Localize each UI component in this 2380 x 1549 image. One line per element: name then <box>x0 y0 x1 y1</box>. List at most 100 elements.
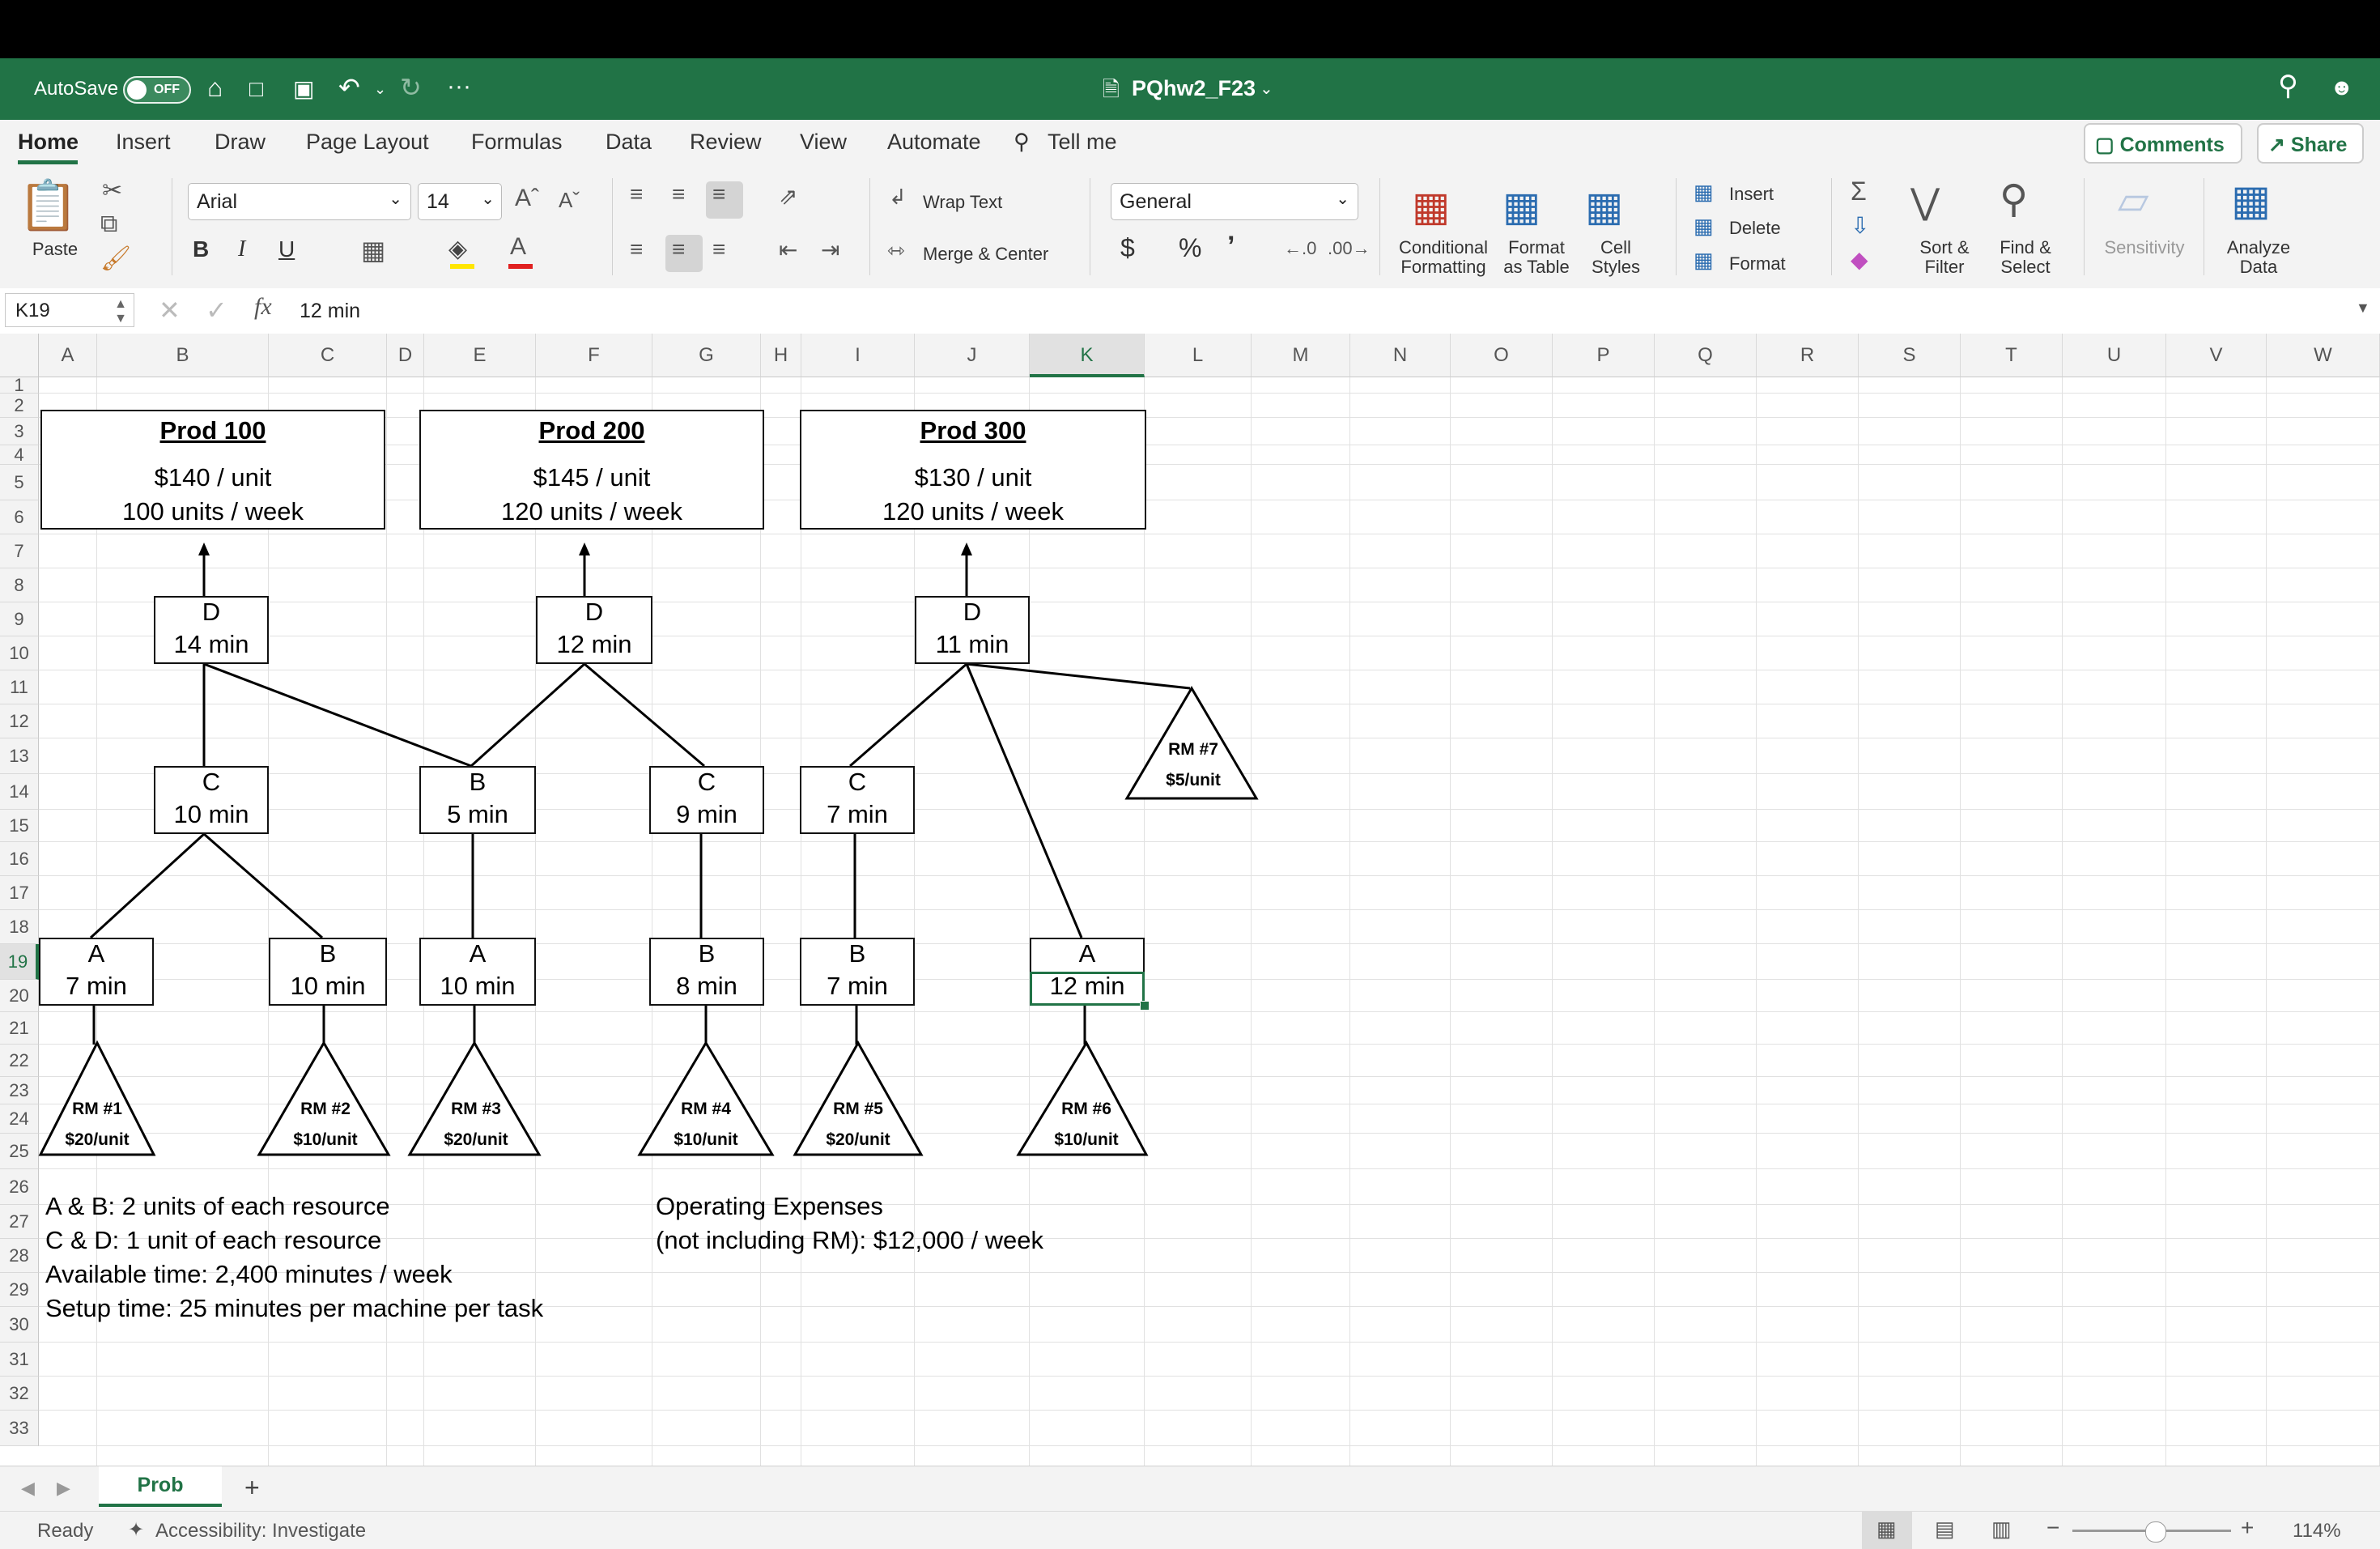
connector-line <box>584 662 705 768</box>
machine-box[interactable]: B 10 min <box>269 938 387 1006</box>
sheet-tab-prob[interactable]: Prob <box>99 1466 222 1507</box>
zoom-level[interactable]: 114% <box>2293 1520 2341 1543</box>
product-demand: 100 units / week <box>121 497 304 526</box>
note-setup-time[interactable]: Setup time: 25 minutes per machine per t… <box>45 1294 543 1323</box>
scroll-right-icon[interactable]: ▶ <box>57 1478 70 1499</box>
raw-material-label[interactable]: RM #2 $10/unit <box>269 1100 382 1149</box>
page-layout-view-icon[interactable]: ▤ <box>1935 1517 1955 1542</box>
add-sheet-icon[interactable]: + <box>244 1473 260 1503</box>
machine-box[interactable]: B 5 min <box>419 766 536 834</box>
rm-name: RM #6 <box>1061 1100 1111 1118</box>
rm-cost: $10/unit <box>1054 1130 1119 1149</box>
zoom-in-icon[interactable]: + <box>2241 1515 2254 1541</box>
rm-name: RM #7 <box>1168 740 1218 759</box>
machine-resource: C <box>697 768 716 796</box>
machine-resource: D <box>584 598 604 626</box>
machine-resource: A <box>1078 939 1096 968</box>
raw-material-label[interactable]: RM #6 $10/unit <box>1030 1100 1143 1149</box>
selected-cell-k19[interactable] <box>1030 972 1145 1006</box>
machine-box[interactable]: D 14 min <box>154 596 269 664</box>
machine-resource: B <box>469 768 487 796</box>
product-name: Prod 300 <box>920 416 1026 445</box>
arrow-head <box>961 543 972 555</box>
raw-material-label[interactable]: RM #3 $20/unit <box>419 1100 533 1149</box>
connector-line <box>470 662 586 768</box>
rm-cost: $10/unit <box>293 1130 358 1149</box>
rm-cost: $10/unit <box>674 1130 738 1149</box>
product-box-100[interactable]: Prod 100 $140 / unit 100 units / week <box>40 410 385 530</box>
connector-line <box>89 832 206 939</box>
raw-material-label[interactable]: RM #4 $10/unit <box>649 1100 763 1149</box>
machine-box[interactable]: B 8 min <box>649 938 764 1006</box>
machine-time: 9 min <box>676 800 737 828</box>
rm-name: RM #1 <box>72 1100 122 1118</box>
product-name: Prod 100 <box>159 416 266 445</box>
machine-time: 7 min <box>827 972 888 1000</box>
machine-box[interactable]: B 7 min <box>800 938 915 1006</box>
arrow-head <box>198 543 210 555</box>
machine-box[interactable]: D 12 min <box>536 596 652 664</box>
machine-box[interactable]: C 9 min <box>649 766 764 834</box>
sheet-tab-bar: ◀ ▶ Prob + <box>0 1466 2380 1512</box>
accessibility-icon[interactable]: ✦ <box>128 1518 144 1542</box>
zoom-slider-thumb[interactable] <box>2145 1521 2166 1543</box>
status-bar: Ready ✦ Accessibility: Investigate ▦ ▤ ▥… <box>0 1511 2380 1549</box>
rm-name: RM #4 <box>681 1100 731 1118</box>
rm-name: RM #2 <box>300 1100 351 1118</box>
note-ab-resources[interactable]: A & B: 2 units of each resource <box>45 1192 390 1221</box>
connector-line <box>966 662 1191 690</box>
machine-resource: B <box>848 939 866 968</box>
connector-line <box>965 663 1083 938</box>
machine-box[interactable]: D 11 min <box>915 596 1030 664</box>
status-ready: Ready <box>37 1520 94 1542</box>
raw-material-label[interactable]: RM #7 $5/unit <box>1137 740 1250 789</box>
machine-resource: C <box>202 768 221 796</box>
machine-time: 14 min <box>173 630 249 658</box>
machine-box[interactable]: C 7 min <box>800 766 915 834</box>
machine-time: 10 min <box>173 800 249 828</box>
machine-resource: C <box>848 768 867 796</box>
machine-resource: B <box>319 939 337 968</box>
accessibility-status[interactable]: Accessibility: Investigate <box>155 1520 366 1543</box>
rm-cost: $20/unit <box>826 1130 890 1149</box>
machine-box[interactable]: A 7 min <box>39 938 154 1006</box>
machine-box[interactable]: A 10 min <box>419 938 536 1006</box>
machine-resource: D <box>963 598 982 626</box>
rm-name: RM #5 <box>833 1100 883 1118</box>
machine-time: 11 min <box>935 630 1009 658</box>
product-price: $130 / unit <box>914 463 1032 492</box>
page-break-view-icon[interactable]: ▥ <box>1991 1517 2012 1542</box>
rm-cost: $20/unit <box>444 1130 508 1149</box>
note-cd-resources[interactable]: C & D: 1 unit of each resource <box>45 1226 381 1255</box>
connector-line <box>849 662 967 768</box>
product-demand: 120 units / week <box>500 497 683 526</box>
arrow-head <box>579 543 590 555</box>
machine-time: 7 min <box>827 800 888 828</box>
machine-time: 5 min <box>447 800 508 828</box>
machine-time: 7 min <box>66 972 127 1000</box>
raw-material-label[interactable]: RM #5 $20/unit <box>801 1100 915 1149</box>
product-box-300[interactable]: Prod 300 $130 / unit 120 units / week <box>800 410 1146 530</box>
product-name: Prod 200 <box>538 416 645 445</box>
connector-line <box>203 662 472 768</box>
rm-cost: $20/unit <box>65 1130 130 1149</box>
machine-box[interactable]: C 10 min <box>154 766 269 834</box>
raw-material-label[interactable]: RM #1 $20/unit <box>40 1100 154 1149</box>
machine-time: 12 min <box>556 630 632 658</box>
zoom-out-icon[interactable]: − <box>2046 1515 2059 1541</box>
normal-view-icon: ▦ <box>1876 1517 1897 1541</box>
note-available-time[interactable]: Available time: 2,400 minutes / week <box>45 1260 453 1289</box>
rm-cost: $5/unit <box>1166 771 1221 789</box>
machine-resource: B <box>698 939 716 968</box>
note-operating-expenses-amount[interactable]: (not including RM): $12,000 / week <box>656 1226 1043 1255</box>
fill-handle[interactable] <box>1140 1001 1150 1011</box>
scroll-left-icon[interactable]: ◀ <box>21 1478 35 1499</box>
product-box-200[interactable]: Prod 200 $145 / unit 120 units / week <box>419 410 764 530</box>
rm-name: RM #3 <box>451 1100 501 1118</box>
product-price: $140 / unit <box>154 463 272 492</box>
product-price: $145 / unit <box>533 463 651 492</box>
machine-resource: A <box>87 939 105 968</box>
connector-line <box>203 832 323 939</box>
note-operating-expenses[interactable]: Operating Expenses <box>656 1192 883 1221</box>
machine-time: 8 min <box>676 972 737 1000</box>
